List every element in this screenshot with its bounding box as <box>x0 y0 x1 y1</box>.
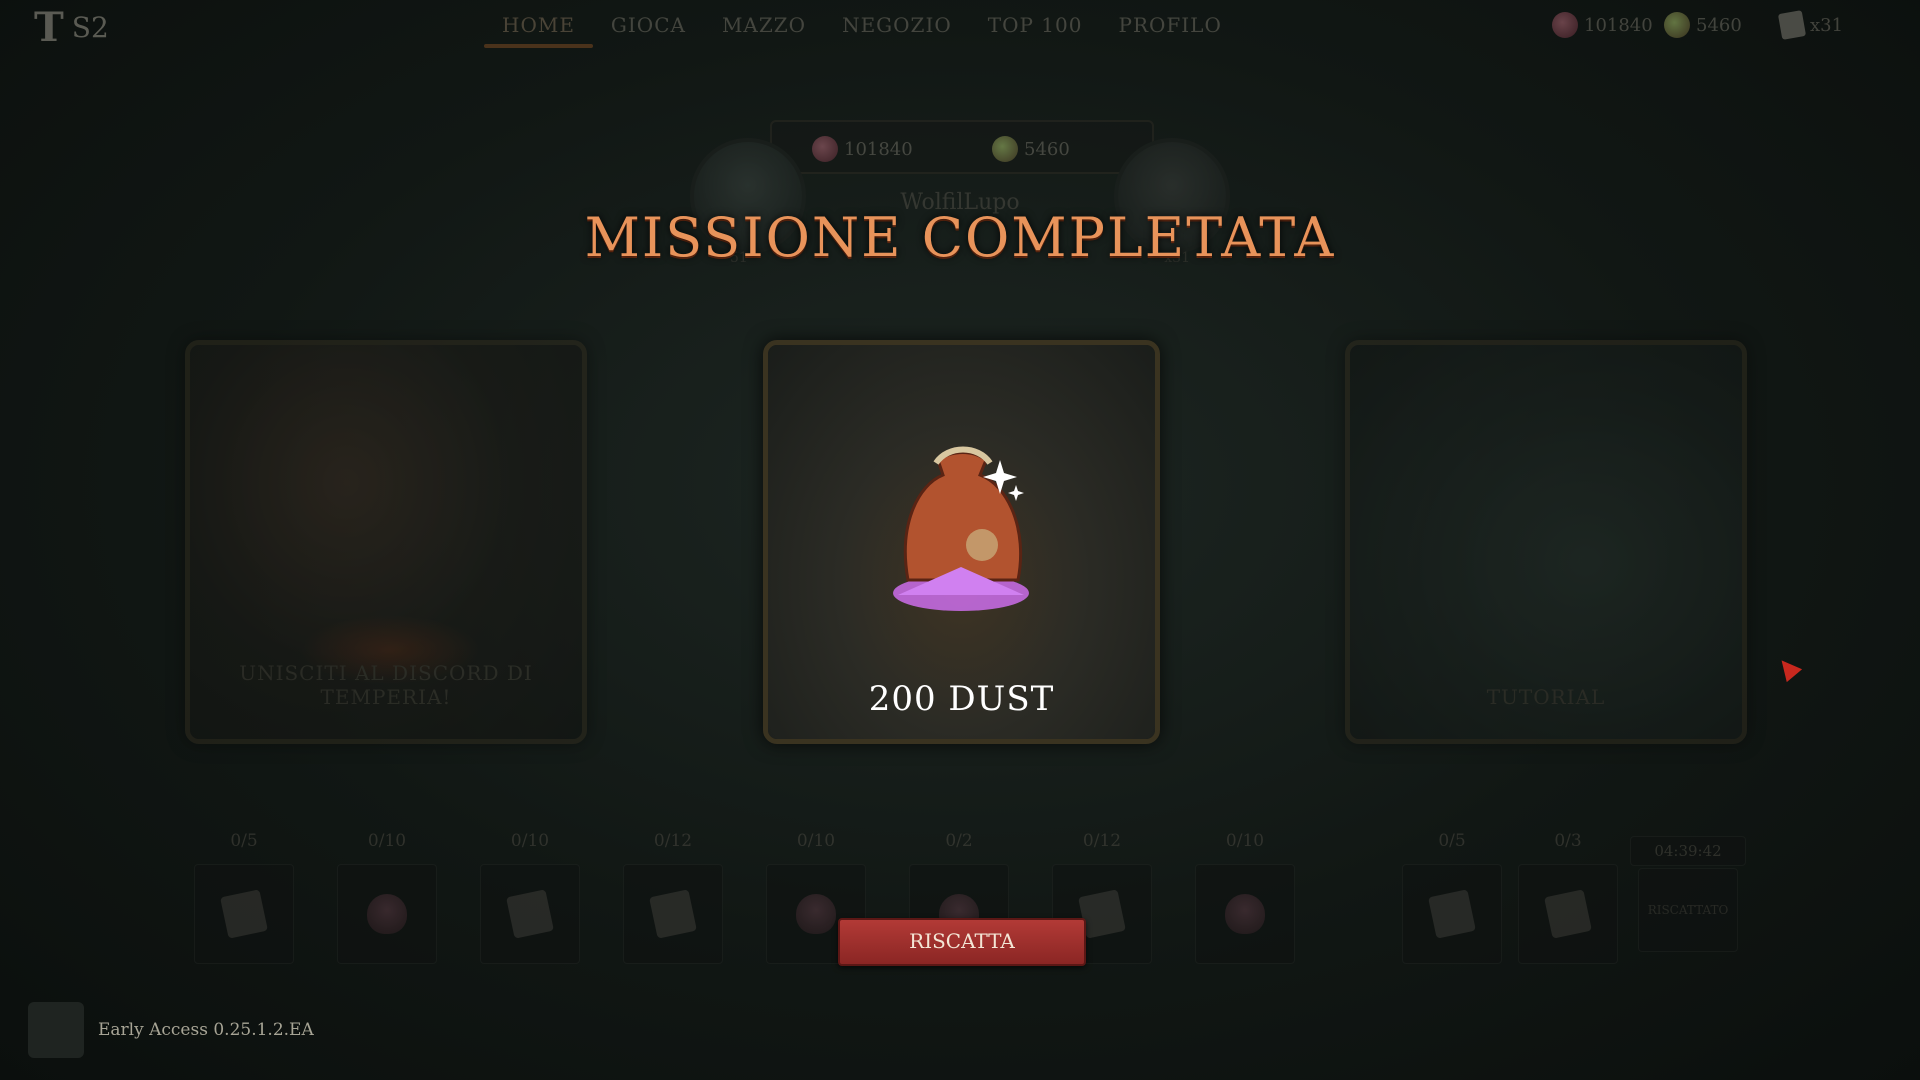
tutorial-card-label: TUTORIAL <box>1486 685 1606 709</box>
gem-icon <box>992 136 1018 162</box>
reward-card: 200 DUST <box>763 340 1160 744</box>
gem-icon <box>1664 12 1690 38</box>
mission-slot[interactable]: 0/5 <box>194 830 294 964</box>
daily-slot[interactable]: 0/5 <box>1402 830 1502 964</box>
mission-progress: 0/10 <box>367 831 407 851</box>
daily-slot[interactable]: 0/3 <box>1518 830 1618 964</box>
mission-slot[interactable]: 0/10 <box>480 830 580 964</box>
gold-amount: 101840 <box>1584 14 1653 36</box>
tutorial-card-art <box>1350 345 1742 739</box>
nav-home[interactable]: HOME <box>484 10 593 48</box>
gem-amount: 5460 <box>1696 14 1742 36</box>
profile-gems: 5460 <box>992 136 1070 162</box>
profile-gold-amount: 101840 <box>844 138 913 160</box>
mission-progress: 0/2 <box>945 831 973 851</box>
daily-progress: 0/5 <box>1438 831 1466 851</box>
profile-gold: 101840 <box>812 136 913 162</box>
mission-progress: 0/10 <box>510 831 550 851</box>
game-logo: T S2 <box>34 8 109 48</box>
top-nav-bar: T S2 HOME GIOCA MAZZO NEGOZIO TOP 100 PR… <box>0 0 1920 56</box>
version-label: Early Access 0.25.1.2.EA <box>98 1020 314 1040</box>
scroll-icon <box>220 889 268 939</box>
tutorial-card[interactable]: TUTORIAL <box>1345 340 1747 744</box>
logo-glyph: T <box>34 4 64 51</box>
scroll-icon <box>649 889 697 939</box>
gold-coin-icon <box>812 136 838 162</box>
mission-box <box>194 864 294 964</box>
dust-bag-icon <box>1225 894 1265 934</box>
main-nav: HOME GIOCA MAZZO NEGOZIO TOP 100 PROFILO <box>484 10 1240 48</box>
nav-deck[interactable]: MAZZO <box>704 10 824 46</box>
pack-currency: x31 <box>1777 10 1844 40</box>
daily-progress: 0/3 <box>1554 831 1582 851</box>
profile-gem-amount: 5460 <box>1024 138 1070 160</box>
dust-bag-icon <box>367 894 407 934</box>
gem-currency: 5460 <box>1664 12 1742 38</box>
scroll-icon <box>1428 889 1476 939</box>
mission-box <box>337 864 437 964</box>
mission-progress: 0/5 <box>230 831 258 851</box>
gold-coin-icon <box>1552 12 1578 38</box>
mission-slot[interactable]: 0/12 <box>623 830 723 964</box>
nav-play[interactable]: GIOCA <box>593 10 704 46</box>
scroll-icon <box>506 889 554 939</box>
settings-thumbnail[interactable] <box>28 1002 84 1058</box>
mission-progress: 0/10 <box>1225 831 1265 851</box>
season-label: S2 <box>71 11 109 44</box>
profile-resource-bar: 101840 5460 <box>770 120 1154 174</box>
claimed-slot: RISCATTATO <box>1638 868 1738 952</box>
mission-slot[interactable]: 0/10 <box>1195 830 1295 964</box>
mission-complete-title: MISSIONE COMPLETATA <box>584 206 1336 269</box>
gold-currency: 101840 <box>1552 12 1653 38</box>
nav-top100[interactable]: TOP 100 <box>970 10 1101 46</box>
mission-progress: 0/12 <box>653 831 693 851</box>
scroll-icon <box>1777 10 1807 40</box>
pack-amount: x31 <box>1810 14 1844 36</box>
mission-box <box>480 864 580 964</box>
mission-box <box>623 864 723 964</box>
reward-amount: 200 DUST <box>868 679 1055 719</box>
mission-progress: 0/12 <box>1082 831 1122 851</box>
daily-box <box>1518 864 1618 964</box>
claim-button[interactable]: RISCATTA <box>838 918 1086 966</box>
scroll-icon <box>1544 889 1592 939</box>
nav-shop[interactable]: NEGOZIO <box>824 10 970 46</box>
dust-bag-icon <box>796 894 836 934</box>
nav-profile[interactable]: PROFILO <box>1100 10 1239 46</box>
footer: Early Access 0.25.1.2.EA <box>28 1002 314 1058</box>
mission-progress: 0/10 <box>796 831 836 851</box>
mission-slot[interactable]: 0/10 <box>337 830 437 964</box>
daily-box <box>1402 864 1502 964</box>
mission-box <box>1195 864 1295 964</box>
daily-timer: 04:39:42 <box>1630 836 1746 866</box>
discord-card-label: UNISCITI AL DISCORD DI TEMPERIA! <box>239 661 533 709</box>
discord-card[interactable]: UNISCITI AL DISCORD DI TEMPERIA! <box>185 340 587 744</box>
